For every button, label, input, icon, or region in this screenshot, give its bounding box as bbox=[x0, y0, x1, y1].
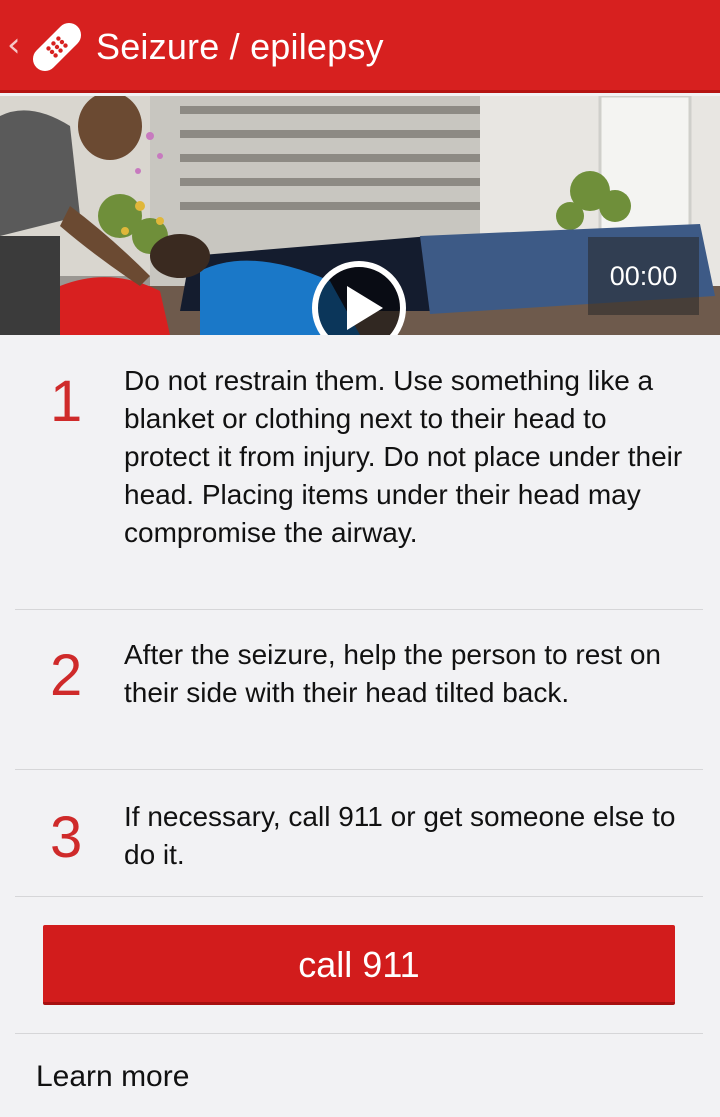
divider bbox=[15, 769, 703, 770]
bandage-icon[interactable] bbox=[26, 16, 88, 78]
play-icon[interactable] bbox=[311, 260, 407, 335]
divider bbox=[15, 1033, 703, 1034]
step-text: Do not restrain them. Use something like… bbox=[124, 365, 683, 548]
video-timestamp: 00:00 bbox=[588, 237, 699, 315]
step-number: 2 bbox=[50, 643, 83, 708]
divider bbox=[15, 896, 703, 897]
learn-more-link[interactable]: Learn more bbox=[36, 1057, 189, 1097]
step-text: After the seizure, help the person to re… bbox=[124, 639, 661, 708]
divider bbox=[15, 609, 703, 610]
chevron-left-icon[interactable]: ‹ bbox=[7, 28, 21, 62]
step-text: If necessary, call 911 or get someone el… bbox=[124, 801, 676, 870]
page-title: Seizure / epilepsy bbox=[96, 26, 384, 67]
app-bar: ‹ Seizure / epilepsy bbox=[0, 0, 720, 93]
step-number: 3 bbox=[50, 805, 83, 870]
step-number: 1 bbox=[50, 369, 83, 434]
call-911-button[interactable]: call 911 bbox=[43, 925, 675, 1005]
